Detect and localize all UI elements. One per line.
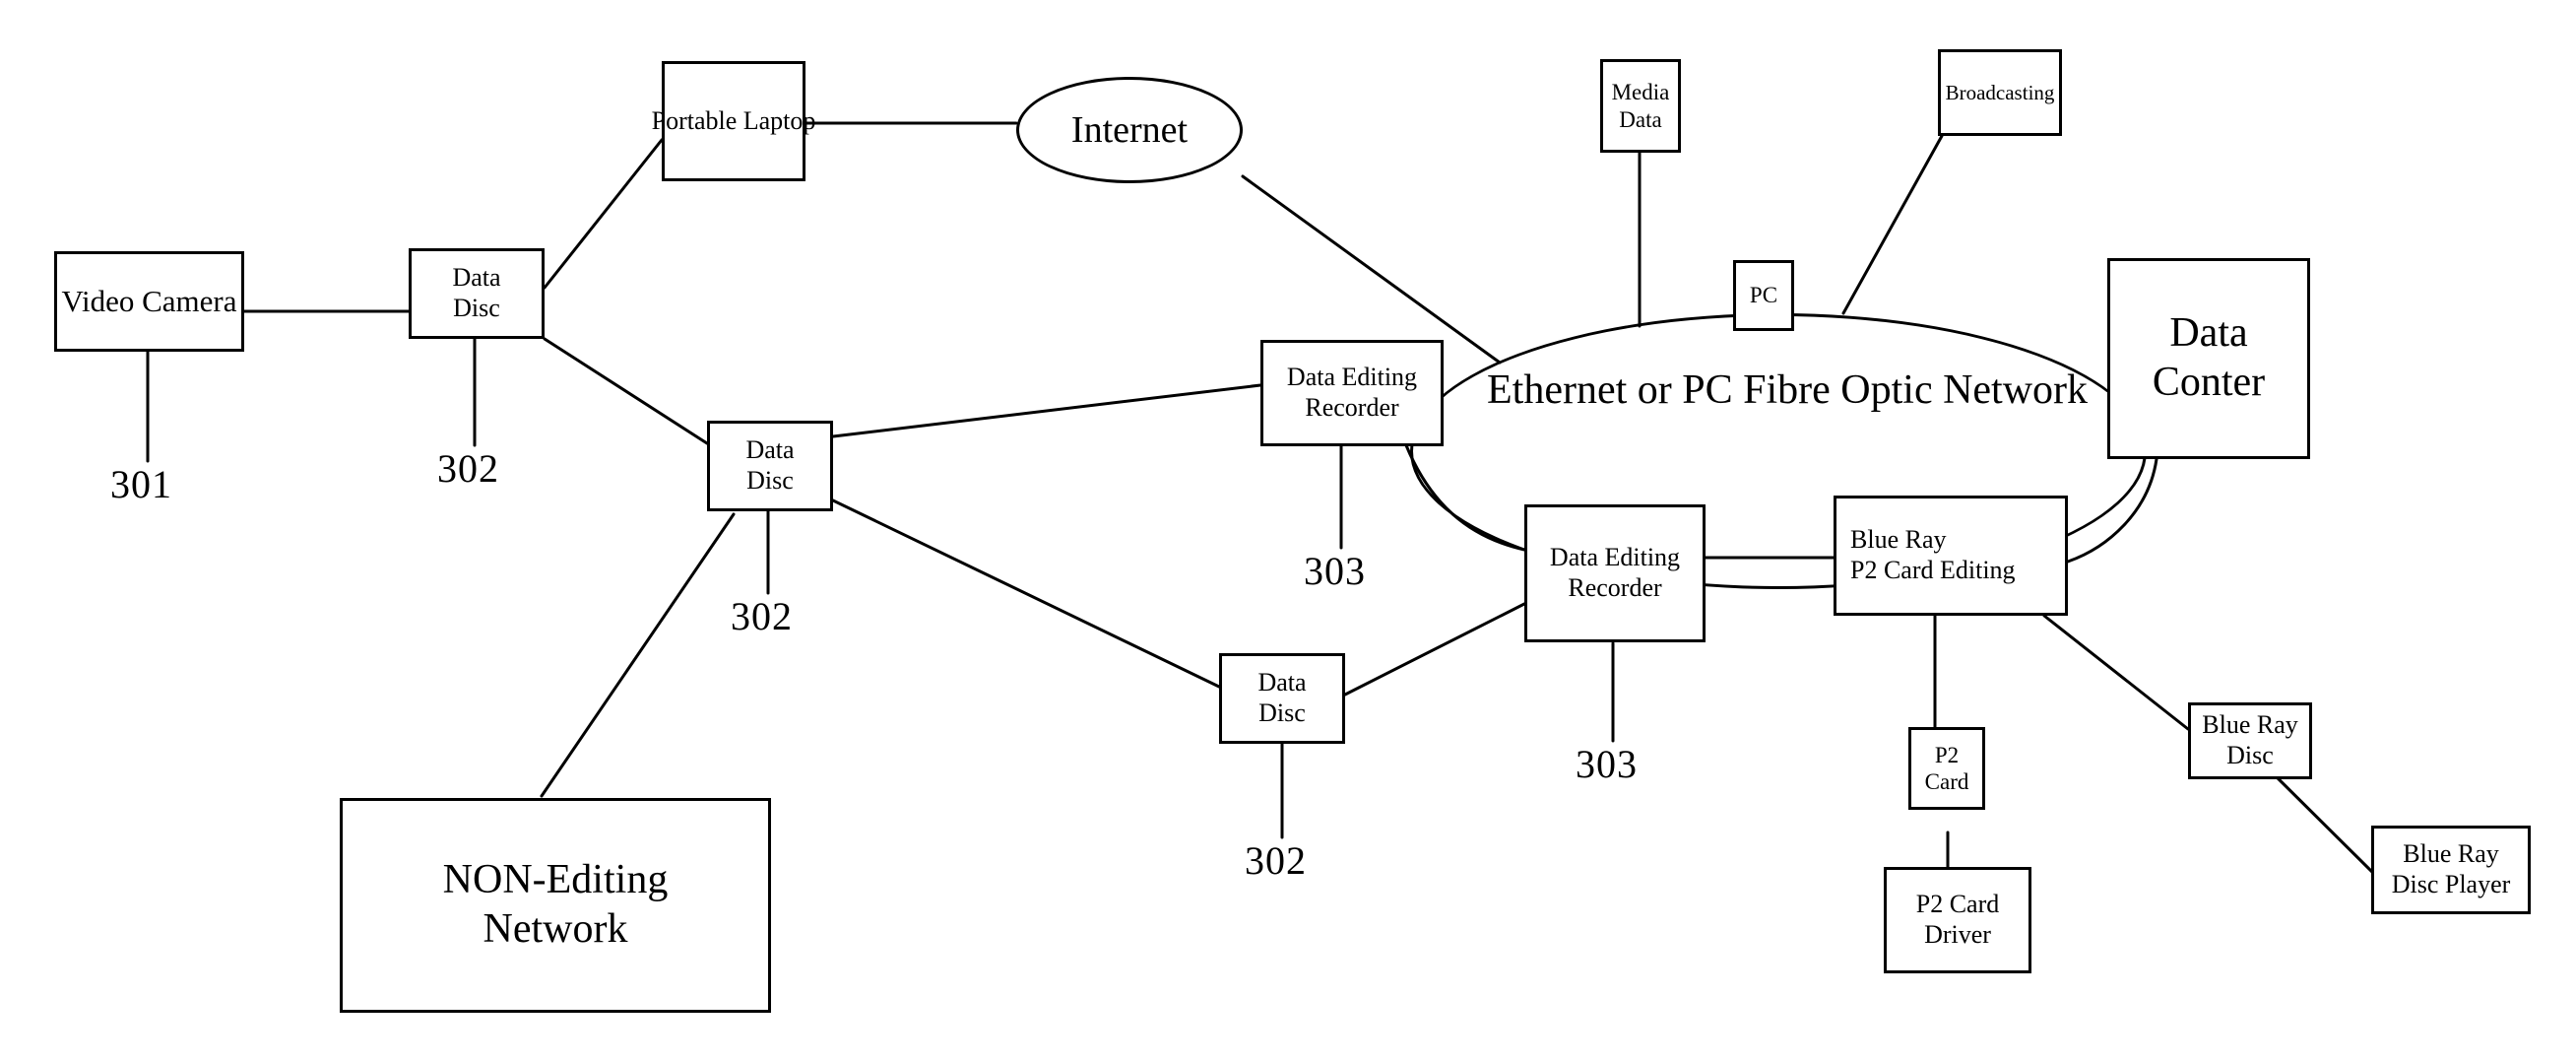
data-editing-recorder-1-line2: Recorder <box>1305 393 1399 422</box>
blue-ray-p2-card-editing-line2: P2 Card Editing <box>1850 556 2016 584</box>
node-video-camera[interactable]: Video Camera <box>54 251 244 352</box>
data-disc-1-line1: Data <box>452 263 501 293</box>
pc-label: PC <box>1749 283 1778 308</box>
data-disc-3-line2: Disc <box>1258 698 1306 727</box>
reference-numeral-302-a: 302 <box>437 446 499 491</box>
data-editing-recorder-2-line2: Recorder <box>1568 573 1662 602</box>
p2-card-driver-line2: Driver <box>1924 920 1991 949</box>
media-data-line1: Media <box>1611 80 1670 105</box>
node-data-disc-2[interactable]: Data Disc <box>707 421 833 511</box>
non-editing-network-line2: Network <box>483 906 628 952</box>
p2-card-line2: Card <box>1924 769 1969 794</box>
blue-ray-disc-line1: Blue Ray <box>2202 710 2298 740</box>
data-disc-1-line2: Disc <box>453 294 500 322</box>
node-p2-card-driver[interactable]: P2 Card Driver <box>1884 867 2031 973</box>
diagram-canvas: Ethernet or PC Fibre Optic Network Video… <box>0 0 2576 1063</box>
node-media-data[interactable]: Media Data <box>1600 59 1681 153</box>
wire-internet-to-network <box>1241 174 1502 365</box>
node-data-disc-3[interactable]: Data Disc <box>1219 653 1345 744</box>
node-data-disc-1[interactable]: Data Disc <box>409 248 545 339</box>
node-portable-laptop[interactable]: Portable Laptop <box>652 61 815 181</box>
blue-ray-disc-player-line2: Disc Player <box>2391 870 2511 898</box>
reference-numeral-303-a: 303 <box>1304 549 1366 593</box>
blue-ray-disc-line2: Disc <box>2226 741 2274 769</box>
reference-numeral-302-c: 302 <box>1245 838 1307 883</box>
data-disc-3-line1: Data <box>1257 668 1307 698</box>
data-editing-recorder-2-line1: Data Editing <box>1549 543 1681 572</box>
non-editing-network-line1: NON-Editing <box>442 857 669 903</box>
wire-data-disc-2-to-data-disc-3 <box>831 498 1221 689</box>
data-editing-recorder-1-line1: Data Editing <box>1286 363 1418 392</box>
wire-data-disc-1-to-portable-laptop <box>543 138 664 290</box>
node-pc[interactable]: PC <box>1733 260 1794 331</box>
internet-label: Internet <box>1070 109 1189 151</box>
wire-data-disc-2-to-recorder-1 <box>831 383 1262 438</box>
network-cloud-label: Ethernet or PC Fibre Optic Network <box>1487 367 2089 413</box>
node-data-editing-recorder-2[interactable]: Data Editing Recorder <box>1524 504 1706 642</box>
portable-laptop-label: Portable Laptop <box>651 105 816 135</box>
blue-ray-p2-card-editing-line1: Blue Ray <box>1850 525 1947 555</box>
wire-data-disc-2-to-non-editing-network <box>540 512 736 798</box>
wire-data-disc-3-to-recorder-2 <box>1343 602 1526 697</box>
node-broadcasting[interactable]: Broadcasting <box>1938 49 2062 136</box>
blue-ray-disc-player-line1: Blue Ray <box>2403 839 2499 869</box>
wire-blueray-p2-to-blueray-disc <box>2042 614 2190 731</box>
node-p2-card[interactable]: P2 Card <box>1908 727 1985 810</box>
node-data-editing-recorder-1[interactable]: Data Editing Recorder <box>1260 340 1444 446</box>
p2-card-driver-line1: P2 Card <box>1915 890 2000 919</box>
reference-numeral-301: 301 <box>110 462 172 506</box>
data-disc-2-line1: Data <box>745 435 795 465</box>
wire-data-disc-1-to-data-disc-2 <box>543 337 709 445</box>
video-camera-label: Video Camera <box>61 283 237 318</box>
data-center-line1: Data <box>2169 310 2248 357</box>
reference-numeral-302-b: 302 <box>731 594 793 638</box>
node-blue-ray-disc[interactable]: Blue Ray Disc <box>2188 702 2312 779</box>
broadcasting-label: Broadcasting <box>1945 80 2055 104</box>
data-disc-2-line2: Disc <box>746 466 794 495</box>
node-data-center[interactable]: Data Conter <box>2107 258 2310 459</box>
p2-card-line1: P2 <box>1934 742 1960 767</box>
node-non-editing-network[interactable]: NON-Editing Network <box>340 798 771 1013</box>
data-center-line2: Conter <box>2152 360 2266 405</box>
wire-broadcasting-to-network <box>1841 134 1944 315</box>
node-blue-ray-disc-player[interactable]: Blue Ray Disc Player <box>2371 826 2531 914</box>
reference-numeral-303-b: 303 <box>1576 742 1638 786</box>
node-blue-ray-p2-card-editing[interactable]: Blue Ray P2 Card Editing <box>1834 496 2068 616</box>
media-data-line2: Data <box>1619 106 1662 132</box>
